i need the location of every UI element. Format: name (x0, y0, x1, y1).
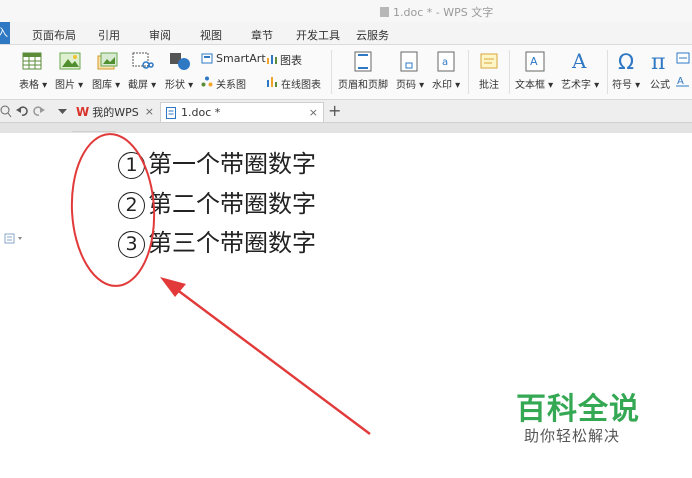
annotation-arrow-line (171, 285, 371, 435)
textbox-icon[interactable]: A (525, 51, 545, 72)
table-icon[interactable] (22, 52, 42, 70)
table-button[interactable]: 表格 ▾ (19, 76, 47, 91)
chevron-down-icon[interactable] (58, 109, 67, 115)
chart-icon[interactable] (266, 53, 278, 64)
picture-button[interactable]: 图片 ▾ (55, 76, 83, 91)
tab-view[interactable]: 视图 (200, 27, 222, 43)
symbol-label: 符号 (612, 80, 632, 91)
tab-document-label: 1.doc * (181, 106, 221, 119)
screenshot-button[interactable]: 截屏 ▾ (128, 76, 156, 91)
watermark-subtitle: 助你轻松解决 (524, 427, 621, 445)
textbox-label: 文本框 (515, 80, 545, 91)
doc-file-icon (380, 7, 389, 17)
pi-icon[interactable]: π (650, 49, 672, 72)
tab-my-wps-label: 我的WPS (92, 106, 139, 119)
comment-icon[interactable] (478, 51, 500, 72)
picture-icon[interactable] (59, 52, 81, 70)
wordart-icon[interactable]: A (570, 49, 590, 72)
ribbon-separator (468, 50, 469, 94)
table-label: 表格 (19, 80, 39, 91)
relation-button[interactable]: 关系图 (216, 76, 246, 91)
circled-number: 1 (118, 152, 145, 179)
header-footer-icon[interactable] (354, 51, 372, 72)
print-preview-icon[interactable] (0, 105, 12, 118)
watermark-icon[interactable]: a (437, 51, 455, 72)
document-line[interactable]: 1 第一个带圈数字 (118, 144, 316, 179)
tab-cloud[interactable]: 云服务 (356, 27, 389, 43)
watermark-button[interactable]: 水印 ▾ (432, 76, 460, 91)
symbol-button[interactable]: 符号 ▾ (612, 76, 640, 91)
layout-options-icon[interactable] (4, 233, 24, 244)
page-corner-mark (72, 131, 116, 132)
watermark-label: 水印 (432, 80, 452, 91)
close-icon[interactable]: × (309, 103, 318, 123)
circled-number: 3 (118, 231, 145, 258)
ribbon-separator (331, 50, 332, 94)
line-text: 第二个带圈数字 (148, 190, 316, 218)
tab-page-layout[interactable]: 页面布局 (32, 27, 76, 43)
text-style-icon[interactable]: A (676, 74, 690, 87)
window-title-text: 1.doc * - WPS 文字 (393, 6, 494, 19)
arrow-head-icon (160, 277, 186, 297)
line-text: 第一个带圈数字 (148, 150, 316, 178)
gallery-button[interactable]: 图库 ▾ (92, 76, 120, 91)
screenshot-icon[interactable] (132, 52, 154, 70)
shape-label: 形状 (165, 80, 185, 91)
redo-icon[interactable] (33, 105, 45, 117)
svg-text:Ω: Ω (618, 50, 634, 72)
svg-text:a: a (442, 57, 448, 68)
ribbon-separator (607, 50, 608, 94)
picture-label: 图片 (55, 80, 75, 91)
tab-chapter[interactable]: 章节 (251, 27, 273, 43)
wordart-button[interactable]: 艺术字 ▾ (561, 76, 599, 91)
gallery-icon[interactable] (96, 52, 118, 70)
document-line[interactable]: 3 第三个带圈数字 (118, 223, 316, 258)
online-chart-button[interactable]: 在线图表 (281, 76, 321, 91)
wordart-label: 艺术字 (561, 80, 591, 91)
wps-logo-icon: W (76, 105, 90, 119)
tab-developer[interactable]: 开发工具 (296, 27, 340, 43)
tab-insert[interactable]: 入 (0, 22, 10, 44)
smartart-icon[interactable] (201, 53, 213, 64)
window-title: 1.doc * - WPS 文字 (380, 4, 493, 20)
relation-icon[interactable] (201, 76, 213, 87)
online-chart-icon[interactable] (266, 76, 278, 87)
document-icon (166, 107, 176, 119)
screenshot-label: 截屏 (128, 80, 148, 91)
smartart-button[interactable]: SmartArt (216, 52, 266, 65)
header-footer-button[interactable]: 页眉和页脚 (338, 76, 388, 91)
tab-review[interactable]: 审阅 (149, 27, 171, 43)
svg-text:A: A (571, 49, 587, 72)
tab-references[interactable]: 引用 (98, 27, 120, 43)
close-icon[interactable]: × (145, 102, 154, 122)
watermark-title: 百科全说 (516, 392, 640, 427)
gallery-label: 图库 (92, 80, 112, 91)
circled-number: 2 (118, 192, 145, 219)
page-number-icon[interactable] (400, 51, 418, 72)
comment-button[interactable]: 批注 (479, 76, 499, 91)
shape-button[interactable]: 形状 ▾ (165, 76, 193, 91)
tab-my-wps[interactable]: W 我的WPS × (76, 102, 160, 122)
chart-button[interactable]: 图表 (280, 52, 302, 68)
textbox-button[interactable]: 文本框 ▾ (515, 76, 553, 91)
number-format-icon[interactable] (676, 52, 690, 64)
line-text: 第三个带圈数字 (148, 229, 316, 257)
title-bar (0, 0, 692, 22)
svg-text:A: A (530, 55, 538, 68)
tab-document[interactable]: 1.doc * × (160, 102, 324, 122)
omega-icon[interactable]: Ω (617, 49, 639, 72)
undo-icon[interactable] (16, 105, 28, 117)
page-number-label: 页码 (396, 80, 416, 91)
new-tab-button[interactable]: + (328, 101, 341, 120)
svg-text:π: π (651, 50, 665, 72)
formula-button[interactable]: 公式 (650, 76, 670, 91)
svg-text:A: A (677, 76, 684, 87)
page-number-button[interactable]: 页码 ▾ (396, 76, 424, 91)
shape-icon[interactable] (169, 52, 191, 70)
ribbon-separator (509, 50, 510, 94)
document-line[interactable]: 2 第二个带圈数字 (118, 184, 316, 219)
